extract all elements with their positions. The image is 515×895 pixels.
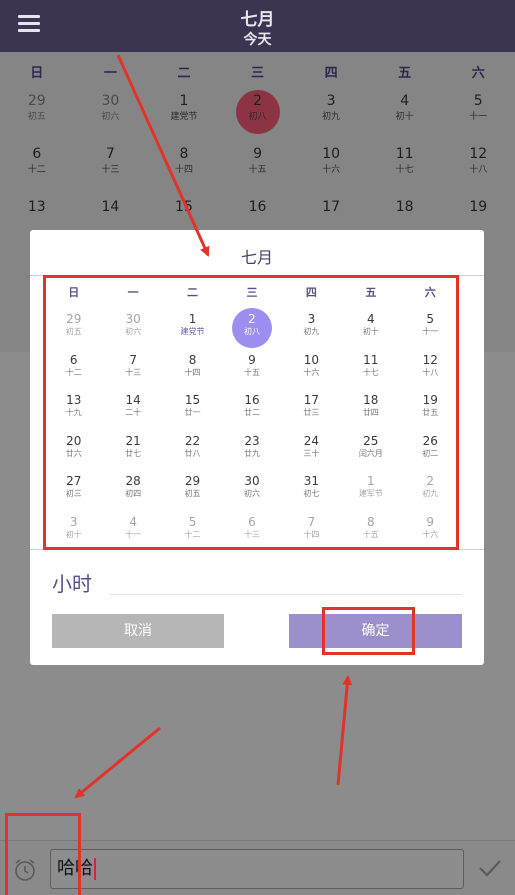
day-cell: 5 十一 [441, 90, 515, 143]
text-caret [94, 858, 96, 880]
lunar-date-label: 初九 [322, 112, 341, 122]
background-week-row: 29 初五 30 初六 1 建党节 2 初八 3 初九 4 初十 5 十一 [0, 90, 515, 143]
weekday-label: 日 [30, 65, 44, 81]
checkmark-icon[interactable] [478, 858, 502, 878]
weekday-label: 二 [177, 65, 191, 81]
day-cell: 29 初五 [0, 90, 74, 143]
app-header: 七月 今天 [0, 0, 515, 52]
hours-field-label[interactable]: 小时 [52, 568, 92, 597]
lunar-date-label: 十六 [322, 165, 341, 175]
day-number: 8 [179, 146, 189, 162]
day-cell: 9 十五 [221, 143, 295, 196]
day-number: 2 [253, 93, 262, 109]
day-number: 6 [32, 146, 42, 162]
background-weekday-row: 日 一 二 三 四 五 六 [0, 52, 515, 90]
lunar-date-label: 十三 [101, 165, 120, 175]
day-cell: 11 十七 [368, 143, 442, 196]
weekday-label: 四 [324, 65, 338, 81]
month-title[interactable]: 七月 [0, 5, 515, 30]
day-number: 1 [179, 93, 189, 109]
day-cell: 10 十六 [294, 143, 368, 196]
lunar-date-label: 十四 [174, 165, 193, 175]
lunar-date-label: 初八 [248, 112, 267, 122]
lunar-date-label: 十一 [469, 112, 488, 122]
arrow-to-confirm [336, 675, 353, 786]
day-number: 29 [27, 93, 46, 109]
day-number: 11 [395, 146, 414, 162]
day-number: 30 [101, 93, 120, 109]
day-cell: 1 建党节 [147, 90, 221, 143]
day-cell: 4 初十 [368, 90, 442, 143]
lunar-date-label: 初六 [101, 112, 120, 122]
day-cell: 30 初六 [74, 90, 148, 143]
weekday-label: 一 [103, 65, 117, 81]
day-number: 17 [322, 199, 341, 215]
day-number: 7 [105, 146, 115, 162]
lunar-date-label: 初五 [27, 112, 46, 122]
day-number: 3 [326, 93, 336, 109]
annotation-box-calendar [43, 275, 459, 550]
day-number: 15 [175, 199, 193, 215]
day-cell: 8 十四 [147, 143, 221, 196]
annotation-box-confirm [322, 607, 415, 655]
lunar-date-label: 初十 [395, 112, 414, 122]
day-cell: 3 初九 [294, 90, 368, 143]
weekday-label: 六 [471, 65, 485, 81]
day-number: 4 [400, 93, 410, 109]
lunar-date-label: 建党节 [170, 112, 198, 122]
hours-field-underline [110, 594, 462, 595]
day-number: 9 [253, 146, 262, 162]
arrow-to-alarm [74, 726, 161, 799]
day-cell: 7 十三 [74, 143, 148, 196]
day-number: 13 [27, 199, 46, 215]
weekday-label: 三 [251, 65, 265, 81]
lunar-date-label: 十七 [395, 165, 414, 175]
day-number: 12 [469, 146, 488, 162]
cancel-button[interactable]: 取消 [52, 614, 224, 648]
day-number: 10 [322, 146, 341, 162]
day-number: 18 [395, 199, 414, 215]
day-number: 19 [469, 199, 488, 215]
lunar-date-label: 十二 [27, 165, 46, 175]
lunar-date-label: 十五 [248, 165, 267, 175]
background-week-row: 6 十二 7 十三 8 十四 9 十五 10 十六 11 十七 12 十八 [0, 143, 515, 196]
today-cell: 2 初八 [221, 90, 295, 143]
reminder-text-input[interactable]: 哈哈 [50, 849, 464, 889]
day-cell: 6 十二 [0, 143, 74, 196]
day-number: 16 [248, 199, 267, 215]
today-link[interactable]: 今天 [0, 29, 515, 49]
dialog-month-title: 七月 [240, 248, 273, 267]
day-number: 5 [473, 93, 483, 109]
annotation-box-alarm [5, 813, 81, 895]
day-cell: 12 十八 [441, 143, 515, 196]
lunar-date-label: 十八 [469, 165, 488, 175]
day-number: 14 [101, 199, 120, 215]
weekday-label: 五 [398, 65, 412, 81]
